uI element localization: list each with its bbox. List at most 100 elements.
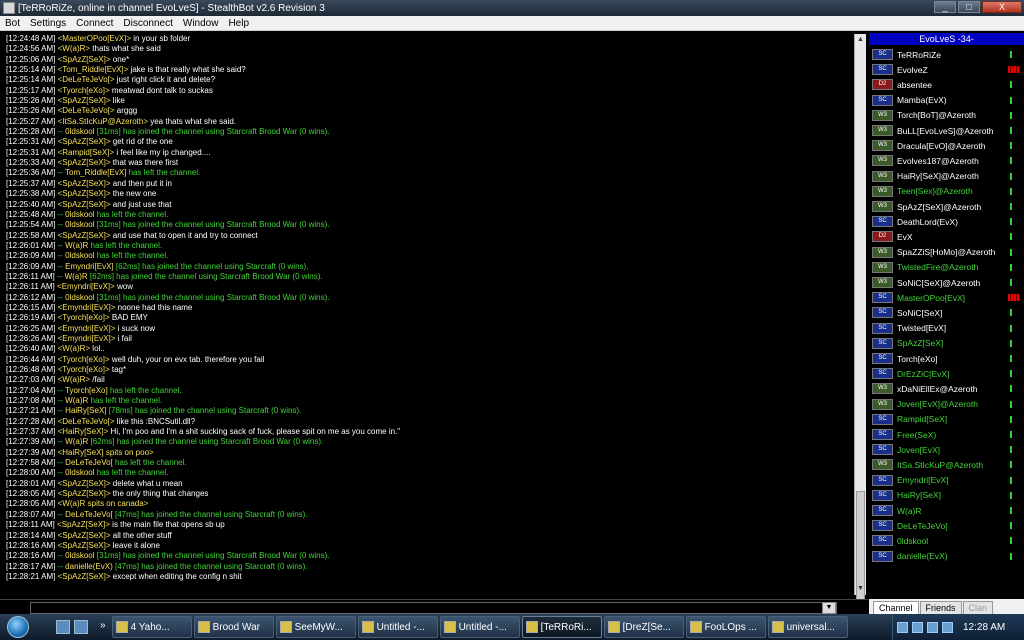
- chat-username[interactable]: SpAzZ[SeX]: [62, 55, 106, 64]
- chat-username[interactable]: W(a)R: [65, 241, 88, 250]
- menu-help[interactable]: Help: [223, 18, 254, 29]
- chat-username[interactable]: SpAzZ[SeX]: [62, 200, 106, 209]
- user-row[interactable]: SC danielle(EvX): [869, 549, 1024, 564]
- chat-username[interactable]: DeLeTeJeVo[: [65, 458, 113, 467]
- chat-username[interactable]: DeLeTeJeVo[: [62, 75, 110, 84]
- quick-launch-more-icon[interactable]: »: [100, 620, 106, 634]
- chat-username[interactable]: Tyorch[eXo]: [62, 365, 105, 374]
- tray-language-icon[interactable]: [897, 621, 908, 633]
- chat-username[interactable]: Tyorch[eXo]: [62, 355, 105, 364]
- user-row[interactable]: W3 HaiRy[SeX]@Azeroth: [869, 169, 1024, 184]
- tray-app-icon[interactable]: [942, 621, 953, 633]
- chat-username[interactable]: SpAzZ[SeX]: [62, 179, 106, 188]
- chat-input[interactable]: [30, 602, 837, 614]
- tray-volume-icon[interactable]: [927, 621, 938, 633]
- user-row[interactable]: W3 xDaNiEllEx@Azeroth: [869, 381, 1024, 396]
- chat-username[interactable]: Emyndri[EvX]: [62, 282, 110, 291]
- user-row[interactable]: SC Emyndri[EvX]: [869, 473, 1024, 488]
- chat-username[interactable]: W(a)R: [65, 272, 88, 281]
- taskbar-button[interactable]: 4 Yaho...: [111, 616, 192, 638]
- user-row[interactable]: W3 SoNiC[SeX]@Azeroth: [869, 275, 1024, 290]
- user-row[interactable]: SC SoNiC[SeX]: [869, 305, 1024, 320]
- chat-username[interactable]: ItSa.StIcKuP@Azeroth: [62, 117, 143, 126]
- app-icon[interactable]: [3, 2, 15, 14]
- chat-username[interactable]: 0ldskool: [65, 210, 94, 219]
- chat-username[interactable]: DeLeTeJeVo[: [62, 417, 110, 426]
- menu-window[interactable]: Window: [178, 18, 224, 29]
- user-row[interactable]: SC EvolveZ: [869, 62, 1024, 77]
- user-row[interactable]: SC Twisted[EvX]: [869, 321, 1024, 336]
- switch-windows-icon[interactable]: [74, 620, 88, 634]
- user-row[interactable]: SC Torch[eXo]: [869, 351, 1024, 366]
- chat-username[interactable]: 0ldskool: [65, 251, 94, 260]
- chat-username[interactable]: HaiRy[SeX]: [65, 406, 106, 415]
- chat-username[interactable]: 0ldskool: [65, 127, 94, 136]
- user-row[interactable]: W3 SpaZZiS[HoMo]@Azeroth: [869, 245, 1024, 260]
- maximize-button[interactable]: □: [958, 1, 980, 13]
- user-row[interactable]: SC Free(SeX): [869, 427, 1024, 442]
- user-row[interactable]: W3 Evolves187@Azeroth: [869, 153, 1024, 168]
- taskbar-button[interactable]: [TeRRoRi...: [521, 616, 602, 638]
- chat-username[interactable]: 0ldskool: [65, 220, 94, 229]
- chat-username[interactable]: SpAzZ[SeX]: [62, 479, 106, 488]
- chat-username[interactable]: Emyndri[EvX]: [62, 334, 110, 343]
- chat-username[interactable]: SpAzZ[SeX]: [62, 231, 106, 240]
- user-row[interactable]: D2 absentee: [869, 77, 1024, 92]
- chat-username[interactable]: W(a)R: [62, 44, 85, 53]
- user-row[interactable]: W3 BuLL[EvoLveS]@Azeroth: [869, 123, 1024, 138]
- chat-username[interactable]: HaiRy[SeX]: [62, 448, 103, 457]
- chat-username[interactable]: W(a)R: [65, 437, 88, 446]
- chat-username[interactable]: W(a)R: [62, 499, 85, 508]
- user-row[interactable]: SC SpAzZ[SeX]: [869, 336, 1024, 351]
- chat-username[interactable]: Emyndri[EvX]: [62, 303, 110, 312]
- chat-username[interactable]: DeLeTeJeVo[: [65, 510, 113, 519]
- chat-username[interactable]: W(a)R: [62, 375, 85, 384]
- tab-friends[interactable]: Friends: [919, 601, 962, 614]
- chat-scrollbar[interactable]: ▲ ▼: [854, 34, 866, 619]
- user-row[interactable]: W3 Dracula[EvO]@Azeroth: [869, 138, 1024, 153]
- user-row[interactable]: SC Mamba(EvX): [869, 93, 1024, 108]
- taskbar-button[interactable]: SeeMyW...: [275, 616, 356, 638]
- clock[interactable]: 12:28 AM: [963, 622, 1005, 633]
- chat-username[interactable]: Tyorch[eXo]: [62, 86, 105, 95]
- show-desktop-icon[interactable]: [56, 620, 70, 634]
- chat-username[interactable]: W(a)R: [62, 344, 85, 353]
- user-row[interactable]: D2 EvX: [869, 229, 1024, 244]
- taskbar-button[interactable]: Untitled -...: [439, 616, 520, 638]
- chat-username[interactable]: 0ldskool: [65, 468, 94, 477]
- chat-username[interactable]: Emyndri[EvX]: [62, 324, 110, 333]
- user-row[interactable]: SC DeLeTeJeVo[: [869, 518, 1024, 533]
- chat-username[interactable]: SpAzZ[SeX]: [62, 541, 106, 550]
- taskbar-button[interactable]: FooLOps ...: [685, 616, 766, 638]
- chat-username[interactable]: SpAzZ[SeX]: [62, 158, 106, 167]
- user-row[interactable]: SC DrEzZiC[EvX]: [869, 366, 1024, 381]
- tab-channel[interactable]: Channel: [873, 601, 919, 614]
- chat-username[interactable]: SpAzZ[SeX]: [62, 137, 106, 146]
- chat-username[interactable]: DeLeTeJeVo[: [62, 106, 110, 115]
- chat-username[interactable]: Tyorch[eXo]: [62, 313, 105, 322]
- chat-username[interactable]: HaiRy[SeX]: [62, 427, 103, 436]
- taskbar-button[interactable]: [DreZ[Se...: [603, 616, 684, 638]
- chat-username[interactable]: Rampid[SeX]: [62, 148, 109, 157]
- taskbar-button[interactable]: Brood War: [193, 616, 274, 638]
- user-row[interactable]: SC DeathLord(EvX): [869, 214, 1024, 229]
- chat-username[interactable]: MasterOPoo[EvX]: [62, 34, 126, 43]
- start-button[interactable]: [0, 614, 36, 640]
- close-button[interactable]: X: [982, 1, 1022, 13]
- chat-log[interactable]: [12:24:48 AM] <MasterOPoo[EvX]> in your …: [2, 34, 854, 595]
- taskbar-button[interactable]: Untitled -...: [357, 616, 438, 638]
- chat-username[interactable]: SpAzZ[SeX]: [62, 96, 106, 105]
- scroll-up-arrow-icon[interactable]: ▲: [855, 34, 866, 46]
- user-row[interactable]: SC W(a)R: [869, 503, 1024, 518]
- user-row[interactable]: SC Rampid[SeX]: [869, 412, 1024, 427]
- user-row[interactable]: W3 Torch[BoT]@Azeroth: [869, 108, 1024, 123]
- user-row[interactable]: SC 0ldskool: [869, 533, 1024, 548]
- chat-username[interactable]: Emyndri[EvX]: [65, 262, 113, 271]
- chat-username[interactable]: Tom_Riddle[EvX]: [62, 65, 123, 74]
- user-row[interactable]: W3 ItSa.StIcKuP@Azeroth: [869, 457, 1024, 472]
- user-row[interactable]: SC MasterOPoo[EvX]: [869, 290, 1024, 305]
- chat-username[interactable]: SpAzZ[SeX]: [62, 531, 106, 540]
- scroll-down-arrow-icon[interactable]: ▼: [855, 583, 866, 595]
- chat-username[interactable]: danielle(EvX): [65, 562, 113, 571]
- menu-disconnect[interactable]: Disconnect: [118, 18, 177, 29]
